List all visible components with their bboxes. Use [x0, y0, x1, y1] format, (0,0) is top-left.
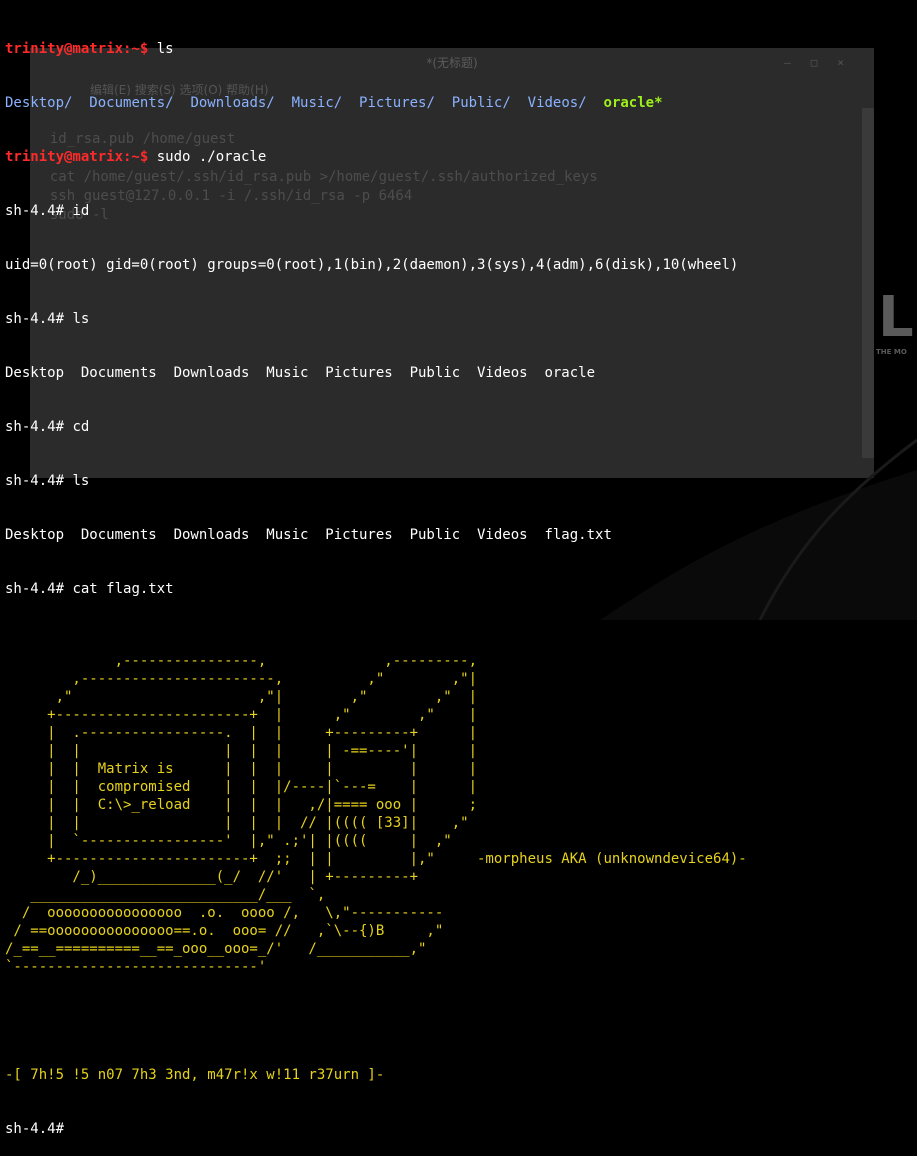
command-text: cat flag.txt: [72, 581, 174, 597]
directory-entry: Documents/: [89, 95, 174, 111]
ascii-art-line: ,-----------------------, ," ,"|: [5, 671, 478, 687]
directory-entry: Public/: [451, 95, 511, 111]
command-text: ls: [72, 473, 90, 489]
ascii-art-line: | | Matrix is | | | | | |: [5, 761, 478, 777]
directory-entry: Videos/: [527, 95, 587, 111]
terminal-line-cd: sh-4.4# cd: [5, 418, 747, 436]
ascii-art-line: +-----------------------+ ;; | | |," -mo…: [5, 851, 747, 867]
wallpaper-tagline: THE MO: [876, 348, 907, 356]
terminal-line-ls-root-output: Desktop Documents Downloads Music Pictur…: [5, 365, 596, 381]
terminal-line-run: trinity@matrix:~$ sudo ./oracle: [5, 148, 747, 166]
directory-entry: Desktop/: [5, 95, 73, 111]
command-text: ls: [72, 311, 90, 327]
ascii-art-line: [5, 634, 747, 652]
executable-entry: oracle*: [603, 95, 663, 111]
command-text: id: [72, 203, 90, 219]
directory-entry: Pictures/: [359, 95, 435, 111]
directory-entry: Music/: [291, 95, 343, 111]
ascii-art-line: ___________________________/___ `,: [5, 887, 326, 903]
command-text: sudo ./oracle: [156, 149, 267, 165]
directory-entry: Downloads/: [190, 95, 275, 111]
ascii-art-line: +-----------------------+ | ," ," |: [5, 707, 478, 723]
flag-text: -[ 7h!5 !5 n07 7h3 3nd, m47r!x w!11 r37u…: [5, 1067, 385, 1083]
root-prompt: sh-4.4#: [5, 419, 65, 435]
ascii-art-line: / ==ooooooooooooooo==.o. ooo= // ,`\--{)…: [5, 923, 444, 939]
root-prompt: sh-4.4#: [5, 581, 65, 597]
terminal-line-ls-root: sh-4.4# ls: [5, 310, 747, 328]
command-text: ls: [156, 41, 174, 57]
ascii-art-line: | | | | | // |(((( [33]| ,": [5, 815, 469, 831]
ascii-art-line: /_)______________(_/ //' | +---------+: [5, 869, 419, 885]
ascii-art-line: / oooooooooooooooo .o. oooo /, \,"------…: [5, 905, 444, 921]
root-prompt: sh-4.4#: [5, 473, 65, 489]
terminal-line-cat: sh-4.4# cat flag.txt: [5, 580, 747, 598]
ascii-art-line: ," ,"| ," ," |: [5, 689, 478, 705]
ascii-art-line: | | C:\>_reload | | | ,/|==== ooo | ;: [5, 797, 478, 813]
terminal-line-ls-output: Desktop/ Documents/ Downloads/ Music/ Pi…: [5, 94, 747, 112]
command-text: cd: [72, 419, 90, 435]
ascii-art-line: | | compromised | | |/----|`---= | |: [5, 779, 478, 795]
terminal-output[interactable]: trinity@matrix:~$ ls Desktop/ Documents/…: [5, 4, 747, 1156]
terminal-line-id-output: uid=0(root) gid=0(root) groups=0(root),1…: [5, 257, 739, 273]
root-prompt: sh-4.4#: [5, 311, 65, 327]
wallpaper-letter: L: [878, 285, 914, 350]
terminal-line-ls-home: sh-4.4# ls: [5, 472, 747, 490]
ascii-art: ,----------------, ,---------, ,--------…: [5, 634, 747, 976]
ascii-art-line: | .-----------------. | | +---------+ |: [5, 725, 478, 741]
ascii-art-line: | `-----------------' |," .;'| |(((( | ,…: [5, 833, 452, 849]
terminal-line-ls-home-output: Desktop Documents Downloads Music Pictur…: [5, 527, 612, 543]
ascii-art-line: | | | | | | -==----'| |: [5, 743, 478, 759]
prompt-user: trinity@matrix:~$: [5, 149, 149, 165]
ascii-art-line: /_==__==========__==_ooo__ooo=_/' /_____…: [5, 941, 427, 957]
terminal-line-ls: trinity@matrix:~$ ls: [5, 40, 747, 58]
ascii-art-line: ,----------------, ,---------,: [5, 653, 478, 669]
root-prompt: sh-4.4#: [5, 203, 65, 219]
ascii-art-line: `-----------------------------': [5, 959, 267, 975]
prompt-user: trinity@matrix:~$: [5, 41, 149, 57]
root-prompt: sh-4.4#: [5, 1121, 65, 1137]
terminal-line-final-prompt: sh-4.4#: [5, 1120, 747, 1138]
terminal-line-id: sh-4.4# id: [5, 202, 747, 220]
